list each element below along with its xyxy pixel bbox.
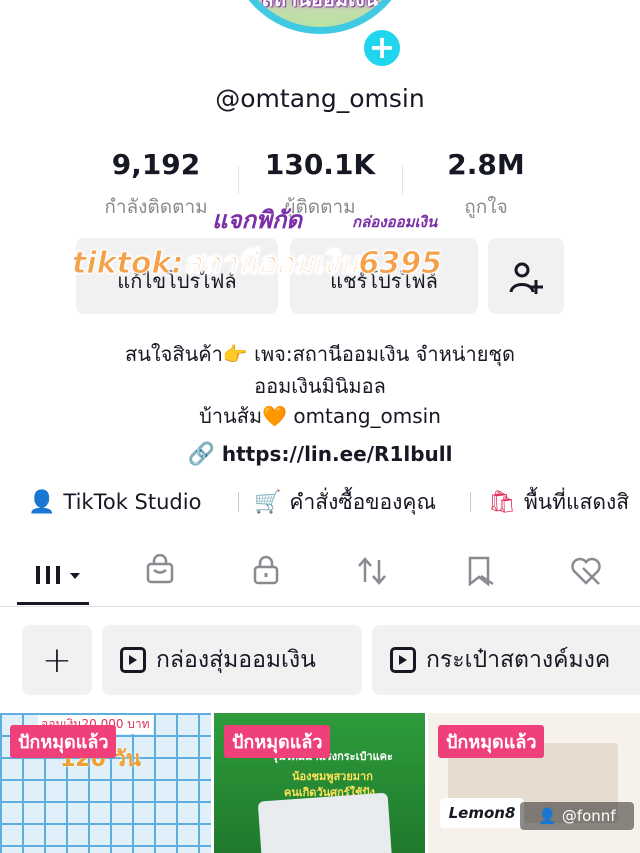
user-watermark: 👤 @fonnf — [520, 802, 634, 830]
orders-label: คำสั่งซื้อของคุณ — [289, 489, 436, 514]
video-thumbnail[interactable]: รุ่นใหม่มาแรงกระเป๋าแคะ น้องชมพูสวยมาก ค… — [214, 713, 425, 853]
tab-reposts[interactable] — [352, 554, 392, 594]
bookmark-hidden-icon — [468, 556, 494, 587]
user-icon: 👤 — [538, 807, 558, 825]
pinned-badge: ปักหมุดแล้ว — [224, 725, 331, 758]
add-friend-button[interactable] — [488, 238, 564, 314]
pinned-badge: ปักหมุดแล้ว — [438, 725, 545, 758]
grid-icon — [36, 566, 80, 584]
shopping-bag-icon: 🛍 — [488, 489, 516, 515]
pinned-badge: ปักหมุดแล้ว — [10, 725, 117, 758]
lemon8-watermark: Lemon8 — [440, 798, 524, 828]
following-count[interactable]: 9,192 — [76, 148, 236, 181]
username: @omtang_omsin — [215, 84, 425, 113]
playlist-label: กล่องสุ่มออมเงิน — [156, 647, 316, 673]
playlist-chip[interactable]: กล่องสุ่มออมเงิน — [102, 625, 362, 695]
stat-divider — [402, 166, 403, 194]
overlay-box-text: กล่องออมเงิน — [352, 213, 438, 231]
tab-videos[interactable] — [28, 554, 88, 594]
tiktok-studio-shortcut[interactable]: 👤 TikTok Studio — [28, 486, 201, 518]
stat-divider — [238, 166, 239, 194]
tab-liked[interactable] — [566, 554, 606, 594]
playlist-icon — [120, 647, 146, 673]
orders-shortcut[interactable]: 🛒 คำสั่งซื้อของคุณ — [254, 486, 436, 518]
lock-icon — [253, 555, 279, 585]
repost-icon — [358, 557, 386, 585]
avatar-label: สถานีออมเงิน — [235, 0, 405, 15]
playlist-icon — [390, 647, 416, 673]
playlist-chip[interactable]: กระเป๋าสตางค์มงค — [372, 625, 640, 695]
bio-line-2: ออมเงินมินิมอล — [254, 374, 386, 398]
bio-link[interactable]: 🔗 https://lin.ee/R1lbull — [0, 442, 640, 467]
studio-label: TikTok Studio — [63, 490, 202, 514]
bio-link-text[interactable]: https://lin.ee/R1lbull — [222, 442, 453, 466]
overlay-giveaway-text: แจกพิกัด — [212, 206, 302, 234]
tab-favorites[interactable] — [460, 554, 500, 594]
cart-icon: 🛒 — [254, 489, 282, 515]
add-story-icon[interactable]: + — [360, 26, 404, 70]
video-thumbnail[interactable]: ปักหมุดแล้ว — [428, 713, 640, 853]
bio-line-3: บ้านส้ม🧡 omtang_omsin — [199, 404, 441, 428]
shortcut-divider — [470, 492, 471, 512]
heart-hidden-icon — [571, 557, 601, 585]
video-thumbnail[interactable]: ออมเงิน20,000 บาท 120 วัน ปักหมุดแล้ว — [0, 713, 211, 853]
active-tab-indicator — [17, 602, 89, 605]
link-icon: 🔗 — [187, 442, 215, 467]
likes-count[interactable]: 2.8M — [406, 148, 566, 181]
add-friend-icon — [509, 262, 543, 294]
shortcut-divider — [238, 492, 239, 512]
watermark-user: @fonnf — [561, 807, 616, 825]
tab-divider — [0, 606, 640, 607]
add-playlist-button[interactable]: + — [22, 625, 92, 695]
showcase-label: พื้นที่แสดงสิ — [523, 489, 630, 514]
tab-shop[interactable] — [140, 553, 180, 594]
playlist-label: กระเป๋าสตางค์มงค — [426, 647, 611, 673]
studio-icon: 👤 — [28, 489, 56, 515]
showcase-shortcut[interactable]: 🛍 พื้นที่แสดงสิ — [488, 486, 629, 518]
product-package-image — [257, 792, 393, 853]
plus-icon: + — [41, 639, 73, 681]
tab-private[interactable] — [246, 554, 286, 594]
overlay-tiktok-handle: tiktok:สถานีออมเงิน6395 — [71, 246, 443, 282]
bio-line-1: สนใจสินค้า👉 เพจ:สถานีออมเงิน จำหน่ายชุด — [125, 342, 515, 366]
shop-bag-icon — [146, 553, 174, 584]
followers-count[interactable]: 130.1K — [240, 148, 400, 181]
